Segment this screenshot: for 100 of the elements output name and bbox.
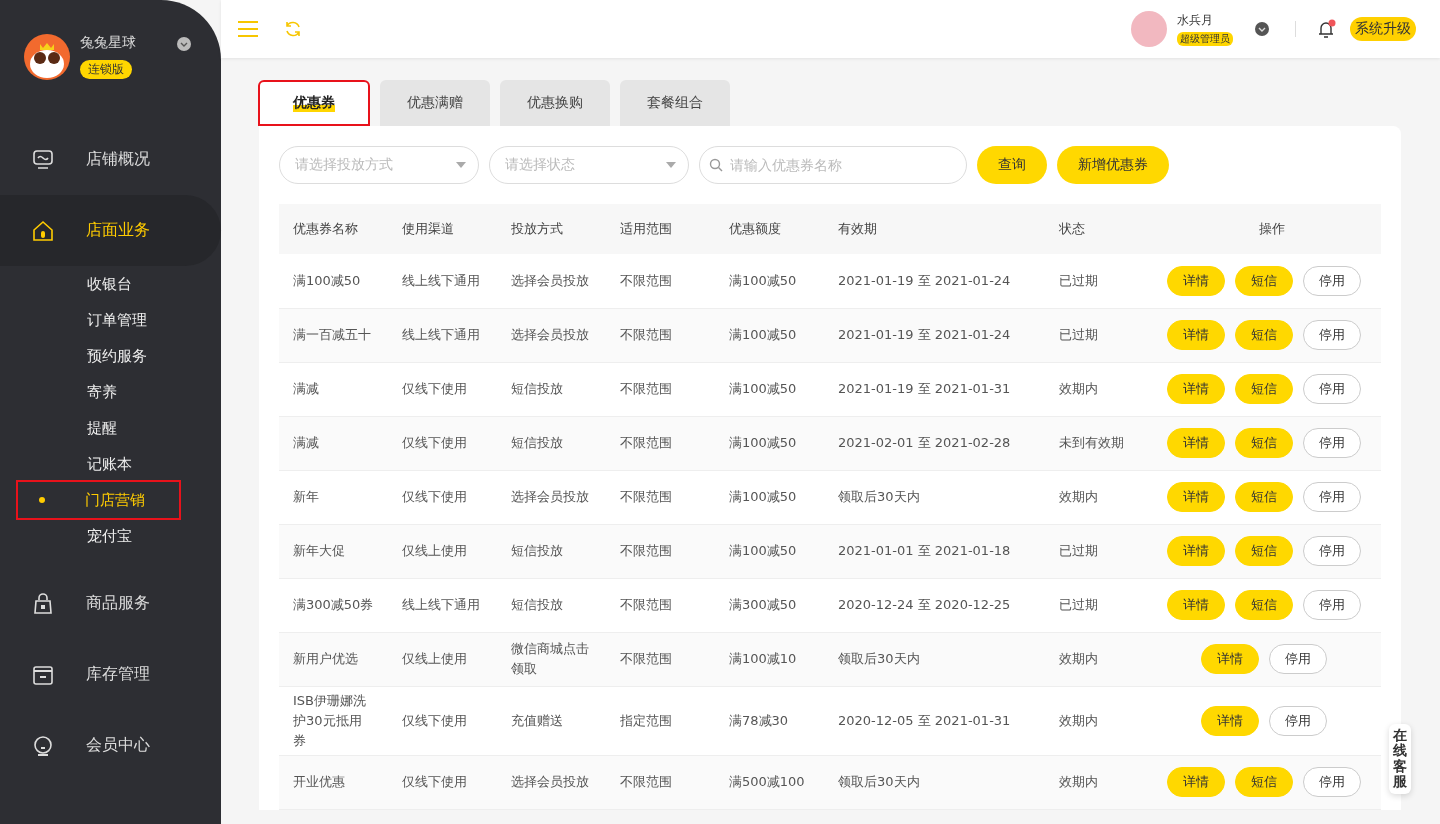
table-cell: 新用户优选 bbox=[279, 632, 388, 686]
table-cell: 指定范围 bbox=[606, 686, 715, 755]
action-button[interactable]: 详情 bbox=[1166, 590, 1225, 620]
submenu-item[interactable]: 记账本 bbox=[0, 446, 221, 482]
bell-icon[interactable] bbox=[1316, 19, 1336, 39]
submenu-item[interactable]: 宠付宝 bbox=[0, 518, 221, 554]
table-cell: 效期内 bbox=[1045, 470, 1150, 524]
table-cell: 领取后30天内 bbox=[824, 632, 1045, 686]
table-cell: 已过期 bbox=[1045, 578, 1150, 632]
action-button[interactable]: 详情 bbox=[1166, 374, 1225, 404]
action-button[interactable]: 详情 bbox=[1166, 320, 1225, 350]
table-cell: 满78减30 bbox=[715, 686, 824, 755]
column-header: 优惠券名称 bbox=[279, 204, 388, 254]
caret-icon bbox=[456, 162, 466, 168]
action-button[interactable]: 详情 bbox=[1166, 536, 1225, 566]
table-cell: 满100减50 bbox=[715, 524, 824, 578]
table-cell: 已过期 bbox=[1045, 254, 1150, 308]
table-cell: 仅线下使用 bbox=[388, 362, 497, 416]
table-cell: 短信投放 bbox=[497, 416, 606, 470]
table-cell: 选择会员投放 bbox=[497, 308, 606, 362]
upgrade-button[interactable]: 系统升级 bbox=[1350, 17, 1416, 41]
box-icon bbox=[32, 663, 54, 686]
query-button[interactable]: 查询 bbox=[977, 146, 1047, 184]
table-cell: 已过期 bbox=[1045, 524, 1150, 578]
table-cell: 仅线下使用 bbox=[388, 416, 497, 470]
disable-button[interactable]: 停用 bbox=[1302, 320, 1361, 350]
table-cell: 仅线下使用 bbox=[388, 470, 497, 524]
role-badge: 超级管理员 bbox=[1177, 32, 1233, 46]
action-button[interactable]: 详情 bbox=[1200, 705, 1259, 736]
nav-item[interactable]: 店面业务 bbox=[0, 195, 221, 266]
table-cell: 新年大促 bbox=[279, 524, 388, 578]
action-button[interactable]: 短信 bbox=[1234, 374, 1293, 404]
nav-item[interactable]: 库存管理 bbox=[0, 639, 221, 710]
action-button[interactable]: 短信 bbox=[1234, 265, 1293, 296]
mascot-avatar-icon bbox=[24, 34, 70, 80]
column-header: 适用范围 bbox=[606, 204, 715, 254]
disable-button[interactable]: 停用 bbox=[1302, 536, 1361, 566]
action-button[interactable]: 短信 bbox=[1234, 320, 1293, 350]
column-header: 操作 bbox=[1150, 204, 1381, 254]
disable-button[interactable]: 停用 bbox=[1268, 705, 1327, 736]
table-cell: 不限范围 bbox=[606, 416, 715, 470]
action-button[interactable]: 详情 bbox=[1166, 265, 1225, 296]
add-coupon-button[interactable]: 新增优惠券 bbox=[1057, 146, 1169, 184]
nav-item[interactable]: 店铺概况 bbox=[0, 124, 221, 195]
table-cell: 线上线下通用 bbox=[388, 578, 497, 632]
table-cell: 效期内 bbox=[1045, 632, 1150, 686]
action-button[interactable]: 短信 bbox=[1234, 482, 1293, 512]
disable-button[interactable]: 停用 bbox=[1302, 590, 1361, 620]
disable-button[interactable]: 停用 bbox=[1268, 644, 1327, 674]
action-button[interactable]: 短信 bbox=[1234, 536, 1293, 566]
nav-item[interactable]: 商品服务 bbox=[0, 568, 221, 639]
tab[interactable]: 优惠满赠 bbox=[380, 80, 490, 126]
action-button[interactable]: 详情 bbox=[1166, 482, 1225, 512]
table-cell: 短信投放 bbox=[497, 578, 606, 632]
table-cell: 2021-01-19 至 2021-01-24 bbox=[824, 254, 1045, 308]
badge-icon bbox=[32, 734, 54, 757]
disable-button[interactable]: 停用 bbox=[1302, 374, 1361, 404]
disable-button[interactable]: 停用 bbox=[1302, 482, 1361, 512]
table-cell: 不限范围 bbox=[606, 308, 715, 362]
table-cell: 不限范围 bbox=[606, 524, 715, 578]
support-button[interactable]: 在线客服 bbox=[1389, 724, 1411, 794]
table-cell: 效期内 bbox=[1045, 686, 1150, 755]
table-cell: 选择会员投放 bbox=[497, 755, 606, 809]
table-cell: 满减 bbox=[279, 416, 388, 470]
tab[interactable]: 套餐组合 bbox=[620, 80, 730, 126]
submenu-item[interactable]: 预约服务 bbox=[0, 338, 221, 374]
table-cell: 开业优惠 bbox=[279, 755, 388, 809]
table-cell: 线上线下通用 bbox=[388, 308, 497, 362]
table-cell: 满300减50 bbox=[715, 578, 824, 632]
caret-icon bbox=[666, 162, 676, 168]
submenu-item[interactable]: 寄养 bbox=[0, 374, 221, 410]
action-button[interactable]: 短信 bbox=[1234, 590, 1293, 620]
action-button[interactable]: 详情 bbox=[1166, 428, 1225, 458]
submenu-item[interactable]: 收银台 bbox=[0, 266, 221, 302]
submenu-item[interactable]: 订单管理 bbox=[0, 302, 221, 338]
house-icon bbox=[32, 219, 54, 242]
search-field[interactable]: 请输入优惠券名称 bbox=[699, 146, 967, 184]
nav-item[interactable]: 会员中心 bbox=[0, 710, 221, 781]
column-header: 使用渠道 bbox=[388, 204, 497, 254]
action-button[interactable]: 详情 bbox=[1200, 644, 1259, 674]
action-button[interactable]: 短信 bbox=[1234, 767, 1293, 797]
table-cell: 满100减50 bbox=[715, 362, 824, 416]
table-cell: 满500减100 bbox=[715, 755, 824, 809]
chevron-down-icon[interactable] bbox=[1255, 22, 1269, 36]
table-cell: 满100减50 bbox=[715, 470, 824, 524]
submenu-item[interactable]: 门店营销 bbox=[18, 482, 179, 518]
table-cell: 满减 bbox=[279, 362, 388, 416]
disable-button[interactable]: 停用 bbox=[1302, 428, 1361, 458]
column-header: 有效期 bbox=[824, 204, 1045, 254]
table-cell: ISB伊珊娜洗护30元抵用券 bbox=[279, 686, 388, 755]
tab[interactable]: 优惠换购 bbox=[500, 80, 610, 126]
action-button[interactable]: 详情 bbox=[1166, 767, 1225, 797]
disable-button[interactable]: 停用 bbox=[1302, 767, 1361, 797]
bag-icon bbox=[32, 592, 54, 615]
store-name: 兔兔星球 bbox=[80, 34, 137, 52]
submenu-item[interactable]: 提醒 bbox=[0, 410, 221, 446]
chevron-down-icon[interactable] bbox=[177, 37, 191, 51]
action-button[interactable]: 短信 bbox=[1234, 428, 1293, 458]
table-cell: 满100减50 bbox=[715, 254, 824, 308]
disable-button[interactable]: 停用 bbox=[1302, 265, 1361, 296]
